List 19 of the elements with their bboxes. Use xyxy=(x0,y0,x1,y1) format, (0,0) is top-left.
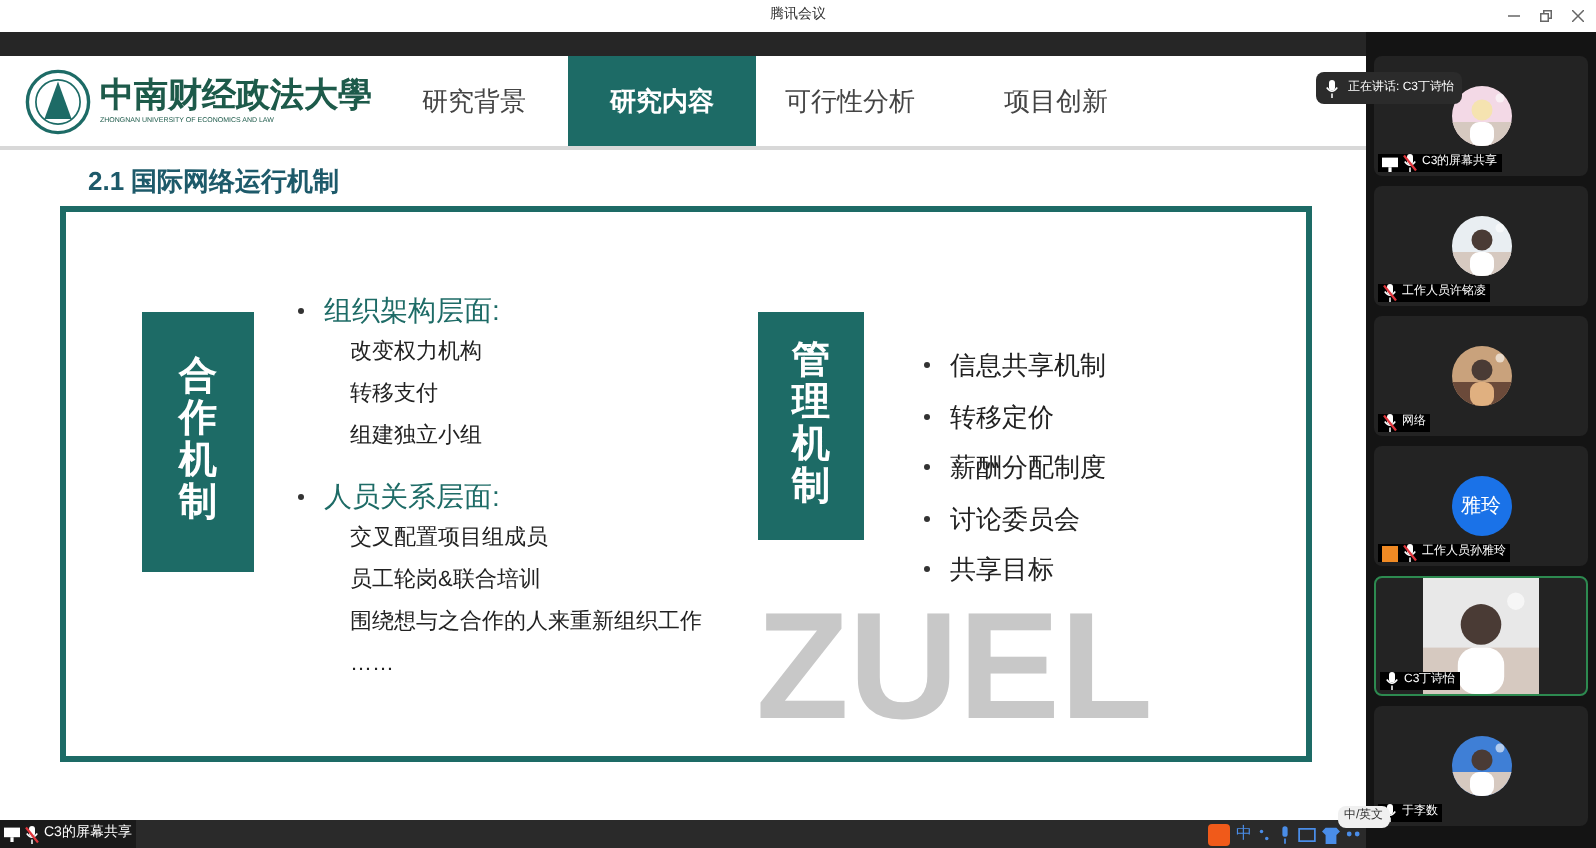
category-label: 合作机制 xyxy=(142,312,254,572)
category-label: 管理机制 xyxy=(758,312,864,540)
list-item: 交叉配置项目组成员 xyxy=(348,523,550,554)
list-item: …… xyxy=(348,650,396,680)
university-name: 中南财经政法大學 xyxy=(100,75,372,116)
list-item: 员工轮岗&联合培训 xyxy=(348,565,543,596)
list-item: 转移定价 xyxy=(950,399,1054,435)
list-item: 转移支付 xyxy=(348,380,440,410)
list-item: 薪酬分配制度 xyxy=(950,450,1106,486)
slide-heading: 2.1 国际网络运行机制 xyxy=(88,166,340,196)
list-item: 共享目标 xyxy=(950,552,1054,588)
group-title: 组织架构层面: xyxy=(324,292,500,330)
list-item: 讨论委员会 xyxy=(950,501,1080,537)
list-item: 改变权力机构 xyxy=(348,337,484,368)
avatar-initials: 雅玲 xyxy=(1451,476,1511,536)
list-item: 信息共享机制 xyxy=(950,348,1106,384)
list-item: 围绕想与之合作的人来重新组织工作 xyxy=(348,607,704,638)
list-item: 组建独立小组 xyxy=(348,421,484,452)
group-title: 人员关系层面: xyxy=(324,478,500,516)
